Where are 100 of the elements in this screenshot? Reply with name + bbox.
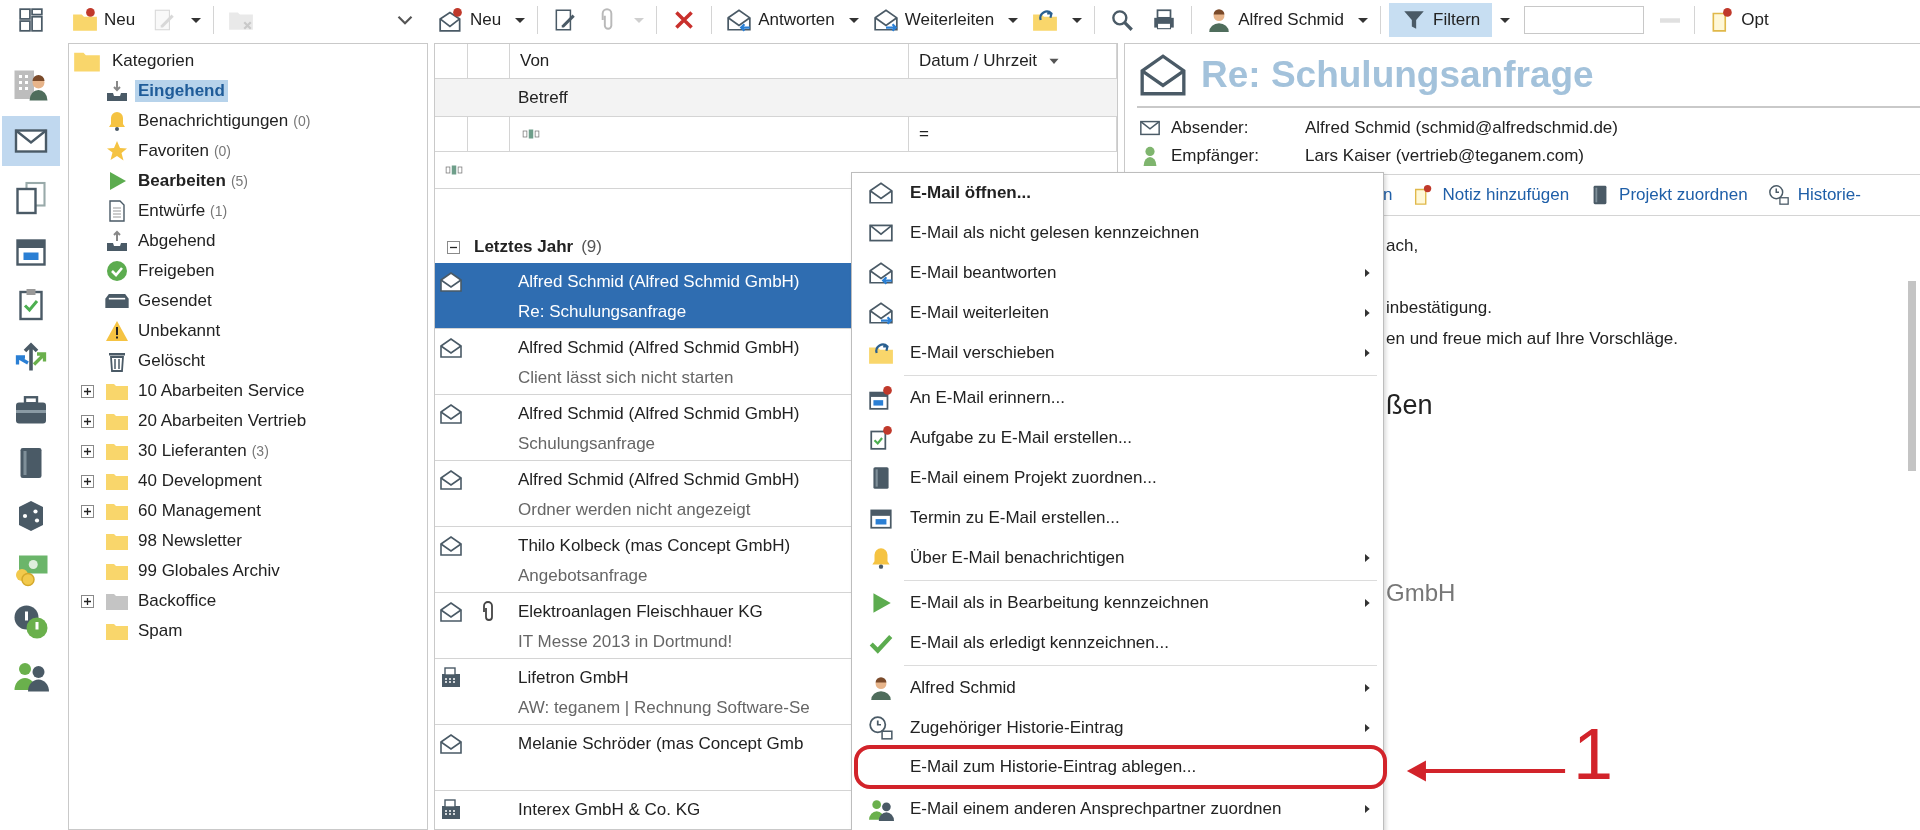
tree-item[interactable]: Unbekannt <box>135 320 224 342</box>
new-mail-icon <box>438 7 464 33</box>
body-text: GmbH <box>1386 579 1457 607</box>
tree-item[interactable]: 98 Newsletter <box>135 530 245 552</box>
tree-item[interactable]: 10 Abarbeiten Service <box>135 380 308 402</box>
inbox-tray-icon <box>105 79 129 103</box>
open-envelope-icon <box>439 270 463 294</box>
caret-down-icon <box>191 17 202 23</box>
subject: Re: Schulungsanfrage <box>518 301 687 323</box>
tree-item[interactable]: Entwürfe <box>135 200 209 222</box>
column-header[interactable]: Betreff <box>518 87 568 108</box>
open-envelope-icon <box>868 180 894 206</box>
options-button[interactable]: Opt <box>1703 3 1775 37</box>
group-count: (9) <box>581 237 602 257</box>
person-icon <box>868 675 894 701</box>
subject: AW: teganem | Rechnung Software-Se <box>518 697 810 719</box>
open-envelope-icon <box>439 732 463 756</box>
column-header[interactable]: Datum / Uhrzeit <box>919 51 1038 71</box>
action-link[interactable]: n <box>1383 185 1393 205</box>
menu-item[interactable]: E-Mail als nicht gelesen kennzeichnen <box>852 213 1383 253</box>
fax-icon <box>439 798 463 822</box>
action-link[interactable]: Projekt zuordnen <box>1619 185 1748 205</box>
item-count: (1) <box>210 203 228 219</box>
reply-mail-icon <box>868 260 894 286</box>
scrollbar-thumb[interactable] <box>1908 281 1916 471</box>
tree-item[interactable]: 20 Abarbeiten Vertrieb <box>135 410 310 432</box>
tree-item[interactable]: Favoriten <box>135 140 212 162</box>
forward-button[interactable]: Weiterleiten <box>866 3 1001 37</box>
tree-item[interactable]: 60 Management <box>135 500 264 522</box>
collapse-toggle[interactable] <box>447 240 460 254</box>
filter-button[interactable]: Filtern <box>1389 3 1493 37</box>
item-count: (0) <box>293 113 311 129</box>
new-button[interactable]: Neu <box>66 3 142 37</box>
warning-icon <box>105 319 129 343</box>
tree-item[interactable]: 99 Globales Archiv <box>135 560 283 582</box>
fax-icon <box>439 666 463 690</box>
tree-item[interactable]: Benachrichtigungen <box>135 110 292 132</box>
menu-item[interactable]: E-Mail einem anderen Ansprechpartner zuordnen <box>852 789 1383 829</box>
caret-down-icon <box>515 17 526 23</box>
star-icon <box>105 139 129 163</box>
tree-item[interactable]: 30 Lieferanten <box>135 440 250 462</box>
subject: Ordner werden nicht angezeigt <box>518 499 751 521</box>
filter-field[interactable] <box>1524 6 1645 34</box>
tree-item[interactable]: Freigeben <box>135 260 218 282</box>
menu-item[interactable]: E-Mail öffnen... <box>852 173 1383 213</box>
field-label: Empfänger: <box>1171 146 1260 166</box>
body-text: inbestätigung. <box>1386 297 1493 319</box>
sender: Interex GmbH & Co. KG <box>518 799 701 821</box>
tree-item[interactable]: Abgehend <box>135 230 219 252</box>
tree-item[interactable]: Eingehend <box>135 80 228 102</box>
tree-item[interactable]: 40 Development <box>135 470 265 492</box>
minus-icon <box>1660 17 1681 23</box>
filter-operator[interactable]: = <box>919 124 929 144</box>
sender: Melanie Schröder (mas Concept Gmb <box>518 733 804 755</box>
reply-button[interactable]: Antworten <box>720 3 841 37</box>
tree-item[interactable]: Spam <box>135 620 186 642</box>
history-icon <box>868 715 894 741</box>
tree-item[interactable]: Bearbeiten <box>135 170 229 192</box>
user-button[interactable]: Alfred Schmid <box>1200 3 1350 37</box>
new-folder-icon <box>72 7 98 33</box>
action-link[interactable]: Notiz hinzufügen <box>1442 185 1570 205</box>
action-link[interactable]: Historie- <box>1797 185 1861 205</box>
layout-icon <box>18 7 44 33</box>
sender: Lifetron GmbH <box>518 667 629 689</box>
caret-down-icon <box>634 17 645 23</box>
expand-toggle[interactable] <box>80 414 94 428</box>
open-envelope-icon <box>439 402 463 426</box>
forward-mail-icon <box>872 7 899 33</box>
menu-item[interactable]: E-Mail zum Historie-Eintrag ablegen... <box>854 745 1387 789</box>
open-envelope-icon <box>439 600 463 624</box>
body-text: en und freue mich auf Ihre Vorschläge. <box>1386 328 1679 350</box>
mail-title: Re: Schulungsanfrage <box>1201 54 1594 96</box>
module-button[interactable] <box>2 116 60 166</box>
tree-item[interactable]: Kategorien <box>109 50 198 72</box>
tree-item[interactable]: Backoffice <box>135 590 220 612</box>
open-envelope-icon <box>439 534 463 558</box>
tree-item[interactable]: Gesendet <box>135 290 215 312</box>
item-count: (0) <box>213 143 231 159</box>
expand-toggle[interactable] <box>80 384 94 398</box>
body-text: ach, <box>1386 235 1420 257</box>
expand-toggle[interactable] <box>80 444 94 458</box>
new-mail-button[interactable]: Neu <box>432 3 508 37</box>
column-header[interactable]: Von <box>520 51 550 71</box>
move-folder-icon <box>1032 7 1059 33</box>
outbox-tray-icon <box>105 229 129 253</box>
move-folder-icon <box>868 340 894 366</box>
item-count: (3) <box>251 443 269 459</box>
clipboard-icon <box>868 425 894 451</box>
group-title: Letztes Jahr <box>474 237 574 257</box>
sender: Thilo Kolbeck (mas Concept GmbH) <box>518 535 791 557</box>
open-envelope-icon <box>439 468 463 492</box>
tree-item[interactable]: Gelöscht <box>135 350 209 372</box>
search-icon <box>1109 7 1136 33</box>
expand-toggle[interactable] <box>80 594 94 608</box>
expand-toggle[interactable] <box>80 474 94 488</box>
subject: Client lässt sich nicht starten <box>518 367 734 389</box>
tray-icon <box>105 294 129 308</box>
field-value: Lars Kaiser (vertrieb@teganem.com) <box>1305 146 1584 166</box>
expand-toggle[interactable] <box>80 504 94 518</box>
field-value: Alfred Schmid (schmid@alfredschmid.de) <box>1305 118 1618 138</box>
